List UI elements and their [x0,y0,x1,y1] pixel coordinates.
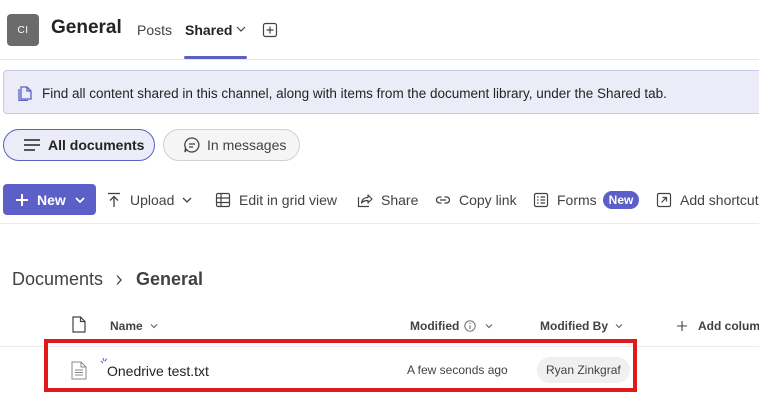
info-icon[interactable] [464,320,476,332]
add-column-label: Add column [698,319,759,333]
plus-icon [677,321,687,331]
team-avatar[interactable]: CI [7,14,39,46]
modified-time: A few seconds ago [407,363,508,377]
upload-button[interactable]: Upload [106,191,192,209]
chevron-down-icon[interactable] [236,25,246,33]
plus-icon [16,193,28,206]
share-icon [357,194,373,208]
filter-label: All documents [48,137,145,153]
new-badge: New [602,191,640,209]
filter-all-documents[interactable]: All documents [3,129,155,161]
breadcrumb-documents[interactable]: Documents [12,269,103,290]
grid-icon [215,192,231,208]
column-modified-label: Modified [410,319,460,333]
file-type-icon[interactable] [72,316,86,333]
forms-label: Forms [557,192,597,208]
tab-posts[interactable]: Posts [137,22,172,38]
file-name-link[interactable]: Onedrive test.txt [107,363,209,379]
chevron-down-icon [150,324,158,329]
upload-label: Upload [130,192,175,208]
new-button[interactable]: New [3,184,96,215]
active-tab-indicator [184,56,247,59]
new-button-label: New [37,191,66,208]
edit-grid-view-button[interactable]: Edit in grid view [215,191,337,209]
chevron-down-icon [75,196,85,203]
chevron-down-icon [485,324,493,329]
text-file-icon [71,361,87,380]
table-row[interactable]: Onedrive test.txt A few seconds ago Ryan… [0,348,759,392]
copy-link-label: Copy link [459,192,517,208]
add-tab-icon[interactable] [262,22,278,38]
share-button[interactable]: Share [357,191,418,209]
column-name-label: Name [110,319,143,333]
banner-text: Find all content shared in this channel,… [42,86,667,101]
column-name[interactable]: Name [110,319,158,333]
list-icon [24,139,40,151]
command-bar: New Upload Edit in grid view Share Copy … [0,178,759,224]
info-banner: Find all content shared in this channel,… [3,70,759,114]
chevron-right-icon [116,275,122,285]
filter-label: In messages [207,137,287,153]
breadcrumb-current: General [136,269,204,289]
add-column-button[interactable]: Add column [676,319,759,333]
column-modified-by[interactable]: Modified By [540,319,623,333]
filter-in-messages[interactable]: In messages [163,129,300,161]
grid-label: Edit in grid view [239,192,338,208]
forms-icon [533,192,549,208]
column-modified-by-label: Modified By [540,319,608,333]
channel-title: General [51,17,122,38]
tab-shared[interactable]: Shared [185,22,232,38]
upload-icon [108,192,120,207]
files-icon [18,86,32,101]
chat-icon [184,137,200,153]
shortcut-label: Add shortcut [680,192,759,208]
chevron-down-icon [182,197,192,203]
channel-header: CI General Posts Shared [0,0,759,60]
add-shortcut-button[interactable]: Add shortcut [656,191,759,209]
copy-link-button[interactable]: Copy link [435,191,517,209]
shortcut-icon [656,192,672,208]
column-header-row: Name Modified Modified By Add column [0,311,759,347]
forms-button[interactable]: Forms New [533,191,640,209]
column-modified[interactable]: Modified [410,319,493,333]
modified-by-persona[interactable]: Ryan Zinkgraf [537,357,630,383]
link-icon [435,196,451,204]
share-label: Share [381,192,419,208]
chevron-down-icon [615,324,623,329]
